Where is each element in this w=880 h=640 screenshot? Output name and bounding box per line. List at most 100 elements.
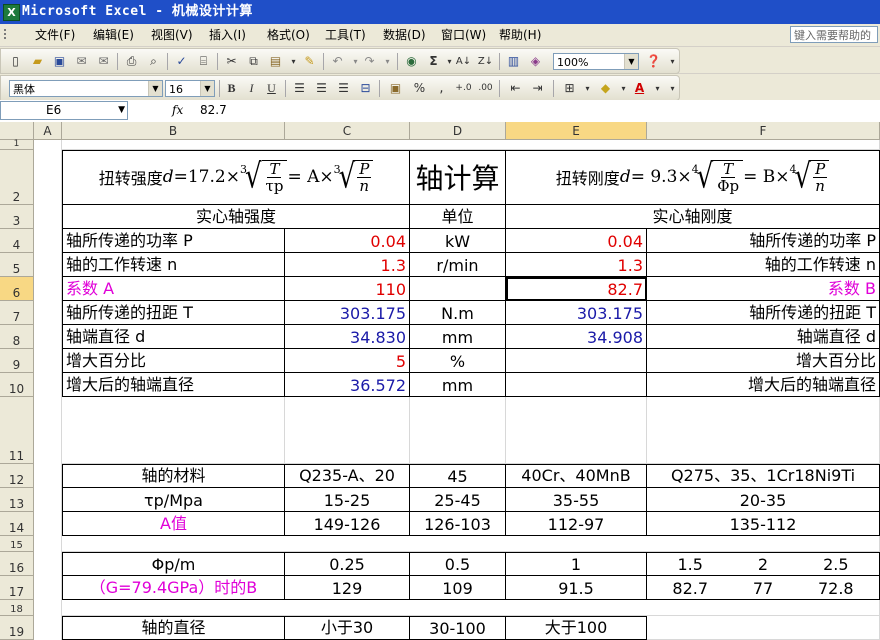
cell-d11[interactable] <box>410 397 506 464</box>
col-header-c[interactable]: C <box>285 122 410 140</box>
sort-ascending-icon[interactable]: A↓ <box>455 53 472 70</box>
cell-f7[interactable]: 轴所传递的扭距 T <box>647 301 880 325</box>
row-header-1[interactable]: 1 <box>0 139 34 150</box>
row-header-15[interactable]: 15 <box>0 536 34 552</box>
increase-decimal-icon[interactable]: +.0 <box>455 80 472 97</box>
row-header-11[interactable]: 11 <box>0 397 34 464</box>
help-search-input[interactable]: 键入需要帮助的 <box>790 26 878 43</box>
unit-header[interactable]: 单位 <box>410 205 506 229</box>
cell-e10[interactable] <box>506 373 647 397</box>
autosum-icon[interactable]: Σ <box>425 53 442 70</box>
cell-e19[interactable]: 大于100 <box>506 616 647 640</box>
name-box[interactable]: E6 ▼ <box>0 101 128 120</box>
cell-d12[interactable]: 45 <box>410 464 506 488</box>
cell-b8[interactable]: 轴端直径 d <box>62 325 285 349</box>
cell-d5[interactable]: r/min <box>410 253 506 277</box>
cell-c4[interactable]: 0.04 <box>285 229 410 253</box>
help-icon[interactable]: ❓ <box>645 53 662 70</box>
cell-b19[interactable]: 轴的直径 <box>62 616 285 640</box>
cell-e11[interactable] <box>506 397 647 464</box>
font-color-icon[interactable]: A <box>631 80 648 97</box>
cell-f6[interactable]: 系数 B <box>647 277 880 301</box>
decrease-indent-icon[interactable]: ⇤ <box>507 80 524 97</box>
cut-icon[interactable]: ✂ <box>223 53 240 70</box>
sheet-title[interactable]: 轴计算 <box>410 150 506 205</box>
col-header-e[interactable]: E <box>506 122 647 140</box>
cell-b7[interactable]: 轴所传递的扭距 T <box>62 301 285 325</box>
permission-icon[interactable]: ✉ <box>73 53 90 70</box>
fill-color-dropdown-icon[interactable]: ▾ <box>615 80 632 97</box>
row-header-4[interactable]: 4 <box>0 229 34 253</box>
sort-descending-icon[interactable]: Z↓ <box>477 53 494 70</box>
cell-d17[interactable]: 109 <box>410 576 506 600</box>
copy-icon[interactable]: ⧉ <box>245 53 262 70</box>
align-left-icon[interactable]: ☰ <box>291 80 308 97</box>
cell-b16[interactable]: Φp/m <box>62 552 285 576</box>
row-header-13[interactable]: 13 <box>0 488 34 512</box>
cell-e6-active[interactable]: 82.7 <box>506 277 647 301</box>
toolbar-options-icon[interactable]: ▾ <box>664 80 681 97</box>
insert-function-icon[interactable]: fx <box>172 101 183 120</box>
cell-b5[interactable]: 轴的工作转速 n <box>62 253 285 277</box>
cell-c16[interactable]: 0.25 <box>285 552 410 576</box>
new-icon[interactable]: ▯ <box>7 53 24 70</box>
fill-color-icon[interactable]: ◆ <box>597 80 614 97</box>
cell-c14[interactable]: 149-126 <box>285 512 410 536</box>
paste-dropdown-icon[interactable]: ▾ <box>285 53 302 70</box>
cell-f17[interactable]: 82.7 77 72.8 <box>647 576 880 600</box>
cell-d14[interactable]: 126-103 <box>410 512 506 536</box>
stiffness-section-header[interactable]: 实心轴刚度 <box>506 205 880 229</box>
cell-d4[interactable]: kW <box>410 229 506 253</box>
col-a-blank[interactable] <box>34 140 62 640</box>
zoom-select[interactable]: 100% ▼ <box>553 53 639 70</box>
menu-edit[interactable]: 编辑(E) <box>90 27 137 43</box>
cell-e7[interactable]: 303.175 <box>506 301 647 325</box>
paste-icon[interactable]: ▤ <box>267 53 284 70</box>
menu-window[interactable]: 窗口(W) <box>438 27 489 43</box>
row-header-16[interactable]: 16 <box>0 552 34 576</box>
cell-b9[interactable]: 增大百分比 <box>62 349 285 373</box>
cell-f9[interactable]: 增大百分比 <box>647 349 880 373</box>
stiffness-formula-cell[interactable]: 扭转刚度 d = 9.3× 4 √ T Φp = B× 4 √ Pn <box>506 150 880 205</box>
chevron-down-icon[interactable]: ▼ <box>148 81 162 96</box>
redo-dropdown-icon[interactable]: ▾ <box>379 53 396 70</box>
borders-icon[interactable]: ⊞ <box>561 80 578 97</box>
row-header-3[interactable]: 3 <box>0 205 34 229</box>
save-icon[interactable]: ▣ <box>51 53 68 70</box>
cell-e17[interactable]: 91.5 <box>506 576 647 600</box>
cell-b6[interactable]: 系数 A <box>62 277 285 301</box>
currency-icon[interactable]: ▣ <box>387 80 404 97</box>
cell-f11[interactable] <box>647 397 880 464</box>
borders-dropdown-icon[interactable]: ▾ <box>579 80 596 97</box>
decrease-decimal-icon[interactable]: .00 <box>477 80 494 97</box>
cell-e9[interactable] <box>506 349 647 373</box>
col-header-a[interactable]: A <box>34 122 62 140</box>
open-icon[interactable]: ▰ <box>29 53 46 70</box>
format-painter-icon[interactable]: ✎ <box>301 53 318 70</box>
cell-f16[interactable]: 1.5 2 2.5 <box>647 552 880 576</box>
row-header-8[interactable]: 8 <box>0 325 34 349</box>
strength-section-header[interactable]: 实心轴强度 <box>62 205 410 229</box>
row-header-12[interactable]: 12 <box>0 464 34 488</box>
italic-icon[interactable]: I <box>243 80 260 97</box>
percent-icon[interactable]: % <box>411 80 428 97</box>
chevron-down-icon[interactable]: ▼ <box>624 54 638 69</box>
cell-d8[interactable]: mm <box>410 325 506 349</box>
cell-d16[interactable]: 0.5 <box>410 552 506 576</box>
select-all-corner[interactable] <box>0 122 34 140</box>
menu-help[interactable]: 帮助(H) <box>496 27 544 43</box>
formula-input[interactable]: 82.7 <box>200 101 227 120</box>
row-header-18[interactable]: 18 <box>0 600 34 616</box>
excel-icon[interactable]: X <box>3 4 20 21</box>
cell-c13[interactable]: 15-25 <box>285 488 410 512</box>
cell-f12[interactable]: Q275、35、1Cr18Ni9Ti <box>647 464 880 488</box>
row-header-14[interactable]: 14 <box>0 512 34 536</box>
toolbar-options-icon[interactable]: ▾ <box>664 53 681 70</box>
strength-formula-cell[interactable]: 扭转强度 d =17.2× 3 √ Tτp = A× 3 √ Pn <box>62 150 410 205</box>
cell-d7[interactable]: N.m <box>410 301 506 325</box>
cell-f8[interactable]: 轴端直径 d <box>647 325 880 349</box>
cell-c17[interactable]: 129 <box>285 576 410 600</box>
row-header-5[interactable]: 5 <box>0 253 34 277</box>
cell-d10[interactable]: mm <box>410 373 506 397</box>
cell-b11[interactable] <box>62 397 285 464</box>
